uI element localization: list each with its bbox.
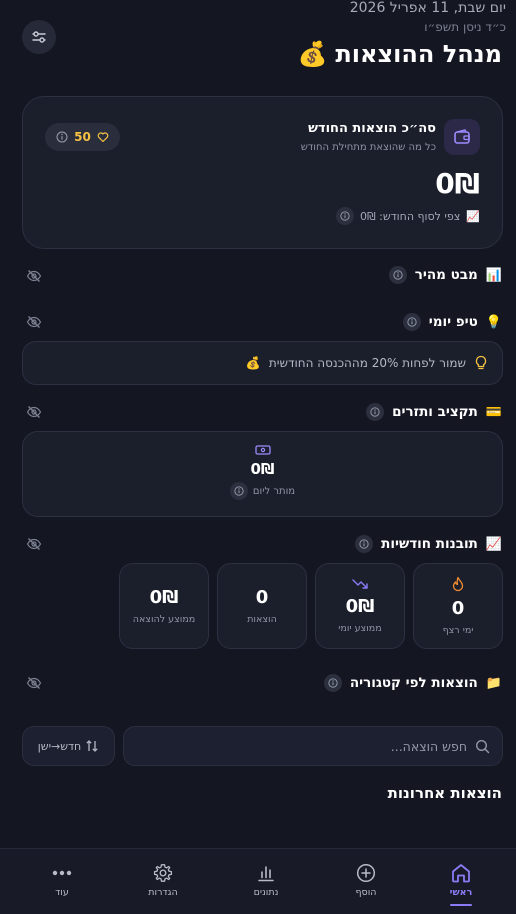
trend-down-icon	[352, 579, 368, 589]
bar-chart-icon	[258, 866, 274, 882]
budget-card: 0₪ מותר ליום	[22, 431, 503, 517]
info-icon	[56, 131, 68, 143]
sort-button[interactable]: חדש→ישן	[22, 726, 115, 766]
sort-label: חדש→ישן	[37, 739, 82, 753]
sliders-icon	[32, 31, 46, 43]
gear-icon	[153, 864, 173, 882]
info-icon[interactable]	[336, 207, 355, 225]
wallet-icon	[444, 119, 480, 155]
monthly-summary-card: סה״כ הוצאות החודש כל מה שהוצאת מתחילת הח…	[22, 96, 503, 249]
info-icon[interactable]	[388, 266, 407, 284]
money-bag-icon: 💰	[297, 40, 328, 68]
nav-item-home[interactable]: ראשי	[426, 863, 496, 906]
budget-content: 0₪ מותר ליום	[23, 444, 502, 500]
info-icon[interactable]	[366, 403, 385, 421]
folder-emoji-icon: 📁	[485, 675, 502, 691]
recent-expenses-title: הוצאות אחרונות	[387, 784, 502, 802]
date-label: יום שבת, 11 אפריל 2026	[349, 0, 506, 16]
stat-value: 0	[451, 598, 465, 619]
nav-item-settings[interactable]: הגדרות	[128, 863, 198, 898]
search-box[interactable]	[123, 726, 503, 766]
bar-chart-emoji-icon: 📊	[485, 267, 502, 283]
summary-subtitle: כל מה שהוצאת מתחילת החודש	[300, 142, 436, 153]
summary-title: סה״כ הוצאות החודש	[308, 121, 436, 136]
stat-label: ימי רצף	[442, 625, 474, 636]
section-by-category[interactable]: 📁 הוצאות לפי קטגוריה	[323, 674, 502, 692]
eye-off-icon[interactable]	[26, 536, 42, 552]
search-input[interactable]	[167, 738, 467, 754]
flame-icon	[452, 576, 464, 592]
page-title-text: מנהל ההוצאות	[335, 40, 502, 68]
nav-item-data[interactable]: נתונים	[231, 863, 301, 898]
nav-label: ראשי	[449, 887, 473, 898]
info-icon[interactable]	[323, 674, 342, 692]
banknote-icon	[254, 445, 271, 455]
stat-card-average-per-expense: 0₪ ממוצע להוצאה	[119, 563, 209, 649]
eye-off-icon[interactable]	[26, 314, 42, 330]
section-quick-view[interactable]: 📊 מבט מהיר	[388, 266, 502, 284]
stat-value: 0	[255, 587, 269, 608]
page-title: מנהל ההוצאות 💰	[298, 40, 502, 68]
stat-value: 0₪	[345, 596, 375, 617]
section-budget-label: תקציב ותזרים	[392, 404, 478, 420]
eye-off-icon[interactable]	[26, 675, 42, 691]
chart-up-emoji-icon: 📈	[485, 536, 502, 552]
filter-settings-button[interactable]	[22, 20, 56, 54]
info-icon[interactable]	[229, 482, 248, 500]
info-icon[interactable]	[402, 313, 421, 331]
more-icon	[52, 870, 72, 876]
bottom-navigation: ראשי הוסף נתונים הגדרות עוד	[0, 848, 516, 914]
nav-label: הוסף	[355, 887, 377, 898]
stat-card-streak: 0 ימי רצף	[413, 563, 503, 649]
points-badge[interactable]: 50	[45, 123, 120, 151]
monthly-total-amount: 0₪	[435, 167, 480, 200]
stat-label: הוצאות	[247, 614, 277, 625]
section-monthly-insights[interactable]: 📈 תובנות חודשיות	[355, 535, 502, 553]
nav-item-add[interactable]: הוסף	[331, 863, 401, 898]
daily-allowed-row: מותר ליום	[229, 482, 296, 500]
tip-text: שמור לפחות 20% מההכנסה החודשית	[268, 356, 466, 370]
section-quick-view-label: מבט מהיר	[414, 267, 478, 283]
eye-off-icon[interactable]	[26, 268, 42, 284]
nav-label: הגדרות	[148, 887, 178, 898]
stat-label: ממוצע יומי	[338, 623, 382, 634]
forecast-row: 📈 צפי לסוף החודש: 0₪	[336, 207, 480, 225]
daily-allowed-amount: 0₪	[250, 460, 275, 478]
sort-arrows-icon	[86, 740, 98, 752]
section-by-category-label: הוצאות לפי קטגוריה	[349, 675, 478, 691]
stat-value: 0₪	[149, 587, 179, 608]
section-daily-tip-label: טיפ יומי	[428, 314, 478, 330]
section-budget[interactable]: 💳 תקציב ותזרים	[366, 403, 502, 421]
credit-card-emoji-icon: 💳	[485, 404, 502, 420]
points-value: 50	[74, 130, 91, 144]
stat-card-daily-average: 0₪ ממוצע יומי	[315, 563, 405, 649]
eye-off-icon[interactable]	[26, 404, 42, 420]
stat-card-expense-count: 0 הוצאות	[217, 563, 307, 649]
daily-allowed-label: מותר ליום	[252, 485, 296, 497]
section-daily-tip[interactable]: 💡 טיפ יומי	[402, 313, 502, 331]
info-icon[interactable]	[355, 535, 374, 553]
plus-circle-icon	[356, 863, 376, 883]
nav-item-more[interactable]: עוד	[27, 863, 97, 898]
daily-tip-card: שמור לפחות 20% מההכנסה החודשית 💰	[22, 341, 503, 385]
nav-label: עוד	[55, 887, 69, 898]
active-indicator	[450, 904, 472, 906]
lightbulb-icon	[475, 355, 487, 370]
heart-icon	[97, 132, 109, 143]
search-icon	[475, 739, 490, 753]
money-bag-icon: 💰	[245, 356, 261, 370]
chart-up-icon: 📈	[466, 209, 480, 223]
section-monthly-label: תובנות חודשיות	[381, 536, 478, 552]
hebrew-date-label: כ״ד ניסן תשפ״ו	[424, 20, 506, 34]
tip-row: שמור לפחות 20% מההכנסה החודשית 💰	[246, 355, 488, 371]
home-icon	[452, 864, 470, 883]
stat-label: ממוצע להוצאה	[132, 614, 196, 625]
lightbulb-emoji-icon: 💡	[485, 314, 502, 330]
forecast-text: צפי לסוף החודש: 0₪	[360, 209, 461, 223]
nav-label: נתונים	[253, 887, 279, 898]
